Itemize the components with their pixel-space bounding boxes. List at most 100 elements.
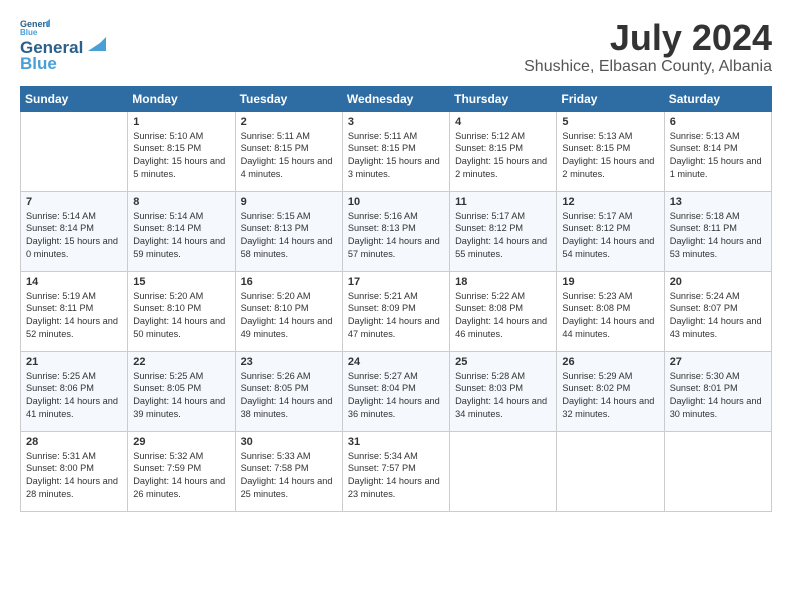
day-info: Sunrise: 5:25 AM Sunset: 8:06 PM Dayligh… — [26, 370, 122, 422]
day-number: 23 — [241, 356, 337, 368]
table-row: 5 Sunrise: 5:13 AM Sunset: 8:15 PM Dayli… — [557, 111, 664, 191]
day-number: 16 — [241, 276, 337, 288]
sunset-text: Sunset: 8:08 PM — [562, 303, 630, 313]
sunrise-text: Sunrise: 5:33 AM — [241, 451, 311, 461]
day-info: Sunrise: 5:26 AM Sunset: 8:05 PM Dayligh… — [241, 370, 337, 422]
header-monday: Monday — [128, 86, 235, 111]
sunset-text: Sunset: 8:13 PM — [348, 223, 416, 233]
table-row: 26 Sunrise: 5:29 AM Sunset: 8:02 PM Dayl… — [557, 351, 664, 431]
table-row: 3 Sunrise: 5:11 AM Sunset: 8:15 PM Dayli… — [342, 111, 449, 191]
sunset-text: Sunset: 8:15 PM — [562, 143, 630, 153]
table-row: 1 Sunrise: 5:10 AM Sunset: 8:15 PM Dayli… — [128, 111, 235, 191]
table-row: 23 Sunrise: 5:26 AM Sunset: 8:05 PM Dayl… — [235, 351, 342, 431]
daylight-text: Daylight: 14 hours and 49 minutes. — [241, 316, 333, 339]
daylight-text: Daylight: 14 hours and 50 minutes. — [133, 316, 225, 339]
day-number: 24 — [348, 356, 444, 368]
table-row: 18 Sunrise: 5:22 AM Sunset: 8:08 PM Dayl… — [450, 271, 557, 351]
sunset-text: Sunset: 8:02 PM — [562, 383, 630, 393]
daylight-text: Daylight: 14 hours and 52 minutes. — [26, 316, 118, 339]
day-number: 13 — [670, 196, 766, 208]
daylight-text: Daylight: 14 hours and 53 minutes. — [670, 236, 762, 259]
day-number: 9 — [241, 196, 337, 208]
table-row: 11 Sunrise: 5:17 AM Sunset: 8:12 PM Dayl… — [450, 191, 557, 271]
sunrise-text: Sunrise: 5:11 AM — [348, 131, 417, 141]
logo-arrow-icon — [84, 33, 106, 55]
calendar-week-row: 7 Sunrise: 5:14 AM Sunset: 8:14 PM Dayli… — [21, 191, 772, 271]
sunset-text: Sunset: 8:01 PM — [670, 383, 738, 393]
table-row: 9 Sunrise: 5:15 AM Sunset: 8:13 PM Dayli… — [235, 191, 342, 271]
day-number: 21 — [26, 356, 122, 368]
sunrise-text: Sunrise: 5:31 AM — [26, 451, 96, 461]
day-number: 6 — [670, 116, 766, 128]
sunrise-text: Sunrise: 5:16 AM — [348, 211, 418, 221]
day-info: Sunrise: 5:30 AM Sunset: 8:01 PM Dayligh… — [670, 370, 766, 422]
day-number: 7 — [26, 196, 122, 208]
table-row — [21, 111, 128, 191]
sunrise-text: Sunrise: 5:24 AM — [670, 291, 740, 301]
svg-text:Blue: Blue — [20, 28, 38, 36]
day-info: Sunrise: 5:20 AM Sunset: 8:10 PM Dayligh… — [133, 290, 229, 342]
day-number: 25 — [455, 356, 551, 368]
sunrise-text: Sunrise: 5:10 AM — [133, 131, 203, 141]
daylight-text: Daylight: 14 hours and 54 minutes. — [562, 236, 654, 259]
table-row: 24 Sunrise: 5:27 AM Sunset: 8:04 PM Dayl… — [342, 351, 449, 431]
header-tuesday: Tuesday — [235, 86, 342, 111]
sunrise-text: Sunrise: 5:32 AM — [133, 451, 203, 461]
sunrise-text: Sunrise: 5:29 AM — [562, 371, 632, 381]
header: General Blue General Blue July 2024 Shus… — [20, 18, 772, 76]
sunrise-text: Sunrise: 5:17 AM — [455, 211, 525, 221]
day-info: Sunrise: 5:10 AM Sunset: 8:15 PM Dayligh… — [133, 130, 229, 182]
daylight-text: Daylight: 14 hours and 26 minutes. — [133, 476, 225, 499]
sunrise-text: Sunrise: 5:30 AM — [670, 371, 740, 381]
sunset-text: Sunset: 8:06 PM — [26, 383, 94, 393]
day-info: Sunrise: 5:34 AM Sunset: 7:57 PM Dayligh… — [348, 450, 444, 502]
daylight-text: Daylight: 15 hours and 4 minutes. — [241, 156, 333, 179]
day-info: Sunrise: 5:13 AM Sunset: 8:14 PM Dayligh… — [670, 130, 766, 182]
calendar-week-row: 21 Sunrise: 5:25 AM Sunset: 8:06 PM Dayl… — [21, 351, 772, 431]
daylight-text: Daylight: 15 hours and 0 minutes. — [26, 236, 118, 259]
day-number: 20 — [670, 276, 766, 288]
table-row: 19 Sunrise: 5:23 AM Sunset: 8:08 PM Dayl… — [557, 271, 664, 351]
sunset-text: Sunset: 8:10 PM — [133, 303, 201, 313]
page-title: July 2024 — [524, 18, 772, 58]
day-info: Sunrise: 5:32 AM Sunset: 7:59 PM Dayligh… — [133, 450, 229, 502]
table-row: 8 Sunrise: 5:14 AM Sunset: 8:14 PM Dayli… — [128, 191, 235, 271]
table-row: 30 Sunrise: 5:33 AM Sunset: 7:58 PM Dayl… — [235, 431, 342, 511]
sunrise-text: Sunrise: 5:20 AM — [241, 291, 311, 301]
table-row: 14 Sunrise: 5:19 AM Sunset: 8:11 PM Dayl… — [21, 271, 128, 351]
sunrise-text: Sunrise: 5:25 AM — [26, 371, 96, 381]
sunrise-text: Sunrise: 5:27 AM — [348, 371, 418, 381]
sunrise-text: Sunrise: 5:22 AM — [455, 291, 525, 301]
day-info: Sunrise: 5:14 AM Sunset: 8:14 PM Dayligh… — [26, 210, 122, 262]
sunrise-text: Sunrise: 5:17 AM — [562, 211, 632, 221]
sunset-text: Sunset: 7:58 PM — [241, 463, 309, 473]
daylight-text: Daylight: 14 hours and 36 minutes. — [348, 396, 440, 419]
table-row: 20 Sunrise: 5:24 AM Sunset: 8:07 PM Dayl… — [664, 271, 771, 351]
sunset-text: Sunset: 8:04 PM — [348, 383, 416, 393]
day-info: Sunrise: 5:28 AM Sunset: 8:03 PM Dayligh… — [455, 370, 551, 422]
logo-icon: General Blue — [20, 18, 50, 36]
day-info: Sunrise: 5:21 AM Sunset: 8:09 PM Dayligh… — [348, 290, 444, 342]
table-row: 17 Sunrise: 5:21 AM Sunset: 8:09 PM Dayl… — [342, 271, 449, 351]
sunrise-text: Sunrise: 5:12 AM — [455, 131, 525, 141]
day-number: 14 — [26, 276, 122, 288]
calendar-table: Sunday Monday Tuesday Wednesday Thursday… — [20, 86, 772, 512]
day-info: Sunrise: 5:13 AM Sunset: 8:15 PM Dayligh… — [562, 130, 658, 182]
daylight-text: Daylight: 15 hours and 3 minutes. — [348, 156, 440, 179]
sunrise-text: Sunrise: 5:18 AM — [670, 211, 740, 221]
sunset-text: Sunset: 7:59 PM — [133, 463, 201, 473]
day-number: 19 — [562, 276, 658, 288]
sunset-text: Sunset: 8:14 PM — [133, 223, 201, 233]
day-number: 18 — [455, 276, 551, 288]
sunset-text: Sunset: 8:09 PM — [348, 303, 416, 313]
day-number: 2 — [241, 116, 337, 128]
table-row: 27 Sunrise: 5:30 AM Sunset: 8:01 PM Dayl… — [664, 351, 771, 431]
sunset-text: Sunset: 8:10 PM — [241, 303, 309, 313]
day-number: 1 — [133, 116, 229, 128]
calendar-week-row: 1 Sunrise: 5:10 AM Sunset: 8:15 PM Dayli… — [21, 111, 772, 191]
daylight-text: Daylight: 15 hours and 2 minutes. — [562, 156, 654, 179]
logo: General Blue General Blue — [20, 18, 106, 74]
sunset-text: Sunset: 8:03 PM — [455, 383, 523, 393]
calendar-week-row: 28 Sunrise: 5:31 AM Sunset: 8:00 PM Dayl… — [21, 431, 772, 511]
daylight-text: Daylight: 14 hours and 41 minutes. — [26, 396, 118, 419]
